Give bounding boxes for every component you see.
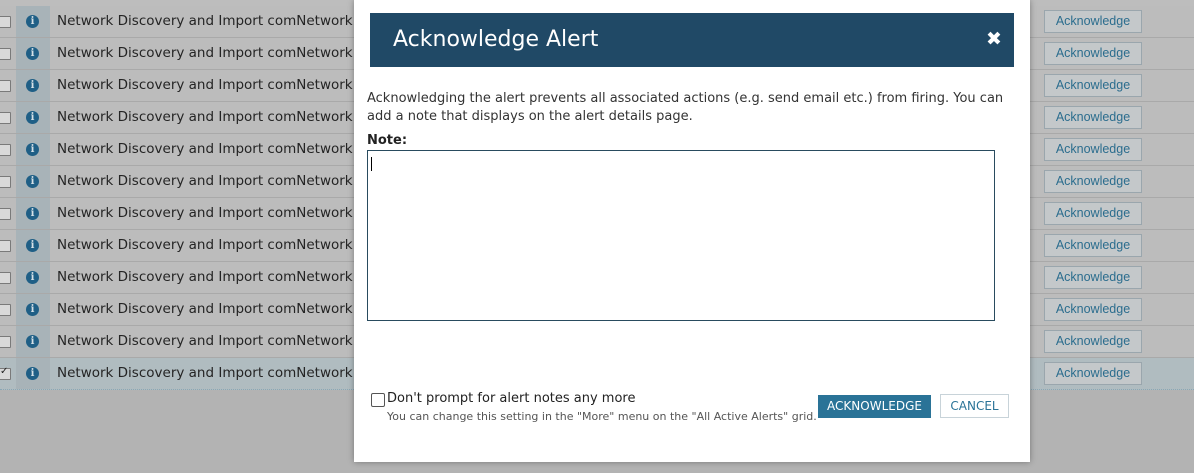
close-icon[interactable]: ✖ [986, 28, 1002, 50]
row-icon-cell: i [16, 102, 50, 133]
row-acknowledge-button[interactable]: Acknowledge [1044, 74, 1142, 97]
row-acknowledge-button[interactable]: Acknowledge [1044, 362, 1142, 385]
info-icon: i [26, 175, 39, 188]
row-acknowledge-button[interactable]: Acknowledge [1044, 42, 1142, 65]
row-alert-name: Network Discovery and Import comNetwork … [57, 237, 357, 253]
row-alert-name: Network Discovery and Import comNetwork … [57, 109, 357, 125]
acknowledge-alert-dialog: Acknowledge Alert ✖ Acknowledging the al… [354, 0, 1030, 462]
info-icon: i [26, 303, 39, 316]
info-icon: i [26, 47, 39, 60]
row-icon-cell: i [16, 358, 50, 389]
row-alert-name: Network Discovery and Import comNetwork … [57, 173, 357, 189]
row-alert-name: Network Discovery and Import comNetwork … [57, 77, 357, 93]
row-alert-name: Network Discovery and Import comNetwork … [57, 301, 357, 317]
row-icon-cell: i [16, 230, 50, 261]
row-acknowledge-button[interactable]: Acknowledge [1044, 234, 1142, 257]
row-acknowledge-button[interactable]: Acknowledge [1044, 202, 1142, 225]
row-alert-name: Network Discovery and Import comNetwork … [57, 45, 357, 61]
row-acknowledge-button[interactable]: Acknowledge [1044, 10, 1142, 33]
acknowledge-button[interactable]: ACKNOWLEDGE [818, 395, 931, 418]
row-icon-cell: i [16, 198, 50, 229]
row-icon-cell: i [16, 262, 50, 293]
row-icon-cell: i [16, 38, 50, 69]
info-icon: i [26, 239, 39, 252]
row-alert-name: Network Discovery and Import comNetwork … [57, 205, 357, 221]
row-checkbox[interactable] [0, 144, 11, 156]
row-checkbox[interactable] [0, 48, 11, 60]
row-acknowledge-button[interactable]: Acknowledge [1044, 330, 1142, 353]
row-acknowledge-button[interactable]: Acknowledge [1044, 138, 1142, 161]
row-checkbox[interactable] [0, 208, 11, 220]
row-checkbox[interactable] [0, 16, 11, 28]
note-textarea[interactable] [367, 150, 995, 321]
row-checkbox[interactable] [0, 176, 11, 188]
row-icon-cell: i [16, 166, 50, 197]
row-acknowledge-button[interactable]: Acknowledge [1044, 298, 1142, 321]
row-checkbox[interactable] [0, 304, 11, 316]
note-label: Note: [367, 133, 408, 148]
info-icon: i [26, 367, 39, 380]
cancel-button[interactable]: CANCEL [940, 394, 1009, 418]
info-icon: i [26, 15, 39, 28]
dialog-title: Acknowledge Alert [393, 27, 599, 52]
row-acknowledge-button[interactable]: Acknowledge [1044, 266, 1142, 289]
row-alert-name: Network Discovery and Import comNetwork … [57, 141, 357, 157]
row-checkbox[interactable] [0, 272, 11, 284]
row-alert-name: Network Discovery and Import comNetwork … [57, 269, 357, 285]
info-icon: i [26, 335, 39, 348]
dialog-description: Acknowledging the alert prevents all ass… [367, 91, 1004, 124]
row-icon-cell: i [16, 326, 50, 357]
row-alert-name: Network Discovery and Import comNetwork … [57, 13, 357, 29]
row-icon-cell: i [16, 70, 50, 101]
row-checkbox[interactable] [0, 80, 11, 92]
row-acknowledge-button[interactable]: Acknowledge [1044, 106, 1142, 129]
info-icon: i [26, 79, 39, 92]
row-checkbox[interactable] [0, 240, 11, 252]
dont-prompt-label[interactable]: Don't prompt for alert notes any more [387, 391, 635, 406]
info-icon: i [26, 111, 39, 124]
row-alert-name: Network Discovery and Import comNetwork … [57, 365, 357, 381]
row-checkbox[interactable] [0, 336, 11, 348]
text-caret [371, 157, 372, 171]
row-icon-cell: i [16, 6, 50, 37]
info-icon: i [26, 143, 39, 156]
row-icon-cell: i [16, 134, 50, 165]
row-checkbox[interactable] [0, 112, 11, 124]
row-checkbox[interactable] [0, 366, 11, 380]
row-icon-cell: i [16, 294, 50, 325]
row-acknowledge-button[interactable]: Acknowledge [1044, 170, 1142, 193]
dialog-header: Acknowledge Alert ✖ [370, 13, 1014, 67]
row-alert-name: Network Discovery and Import comNetwork … [57, 333, 357, 349]
dont-prompt-hint: You can change this setting in the "More… [387, 410, 817, 423]
info-icon: i [26, 271, 39, 284]
info-icon: i [26, 207, 39, 220]
dont-prompt-checkbox[interactable] [371, 393, 385, 407]
